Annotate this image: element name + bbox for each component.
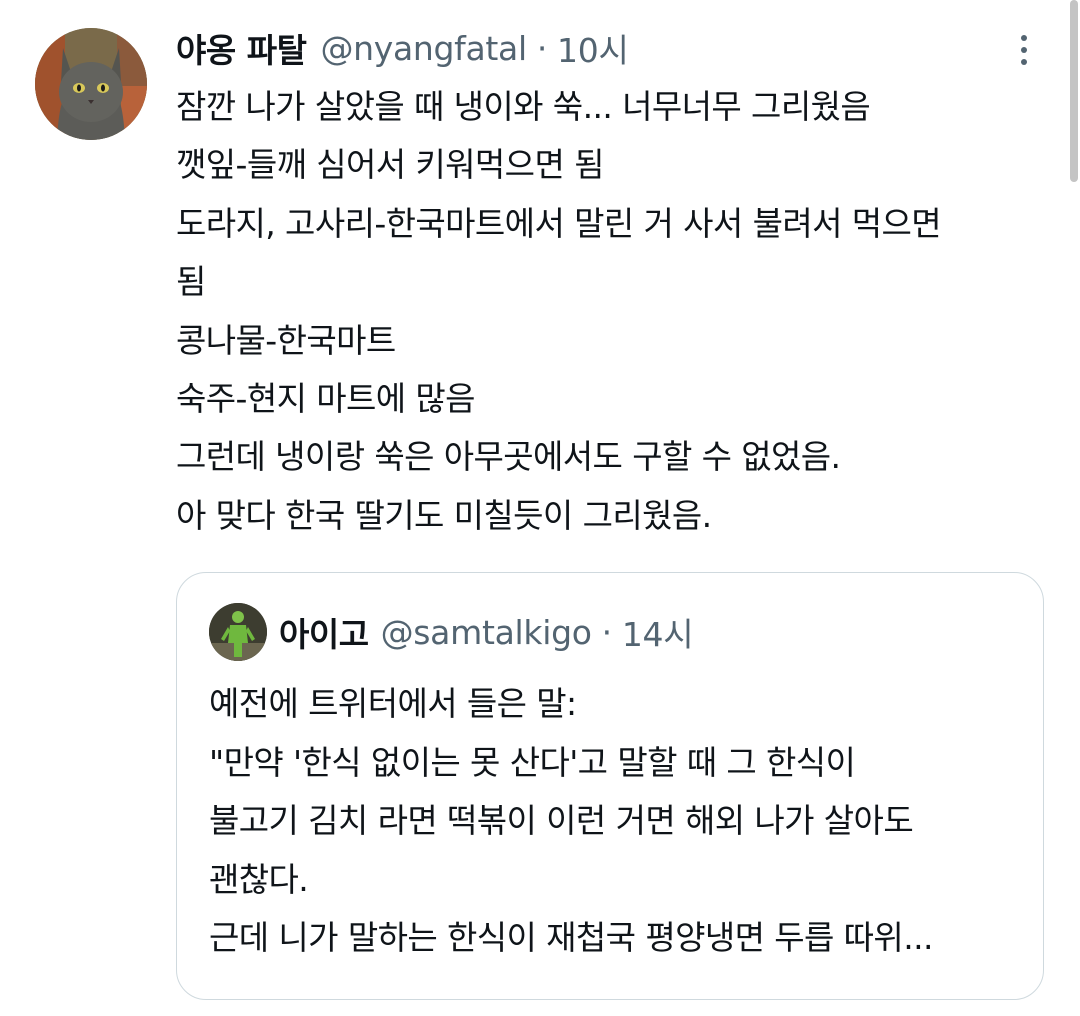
tweet-text-line: 도라지, 고사리-한국마트에서 말린 거 사서 불려서 먹으면 xyxy=(176,203,942,243)
author-name[interactable]: 야옹 파탈 xyxy=(176,24,307,72)
header-separator: · xyxy=(536,28,548,68)
quoted-header-separator: · xyxy=(601,612,613,652)
quoted-author-handle[interactable]: @samtalkigo xyxy=(381,613,592,652)
tweet-text-line: 아 맞다 한국 딸기도 미칠듯이 그리웠음. xyxy=(176,495,712,535)
tweet-text: 잠깐 나가 살았을 때 냉이와 쑥... 너무너무 그리웠음 깻잎-들깨 심어서… xyxy=(176,78,1046,545)
quoted-text-line: 근데 니가 말하는 한식이 재첩국 평양냉면 두릅 따위... xyxy=(209,918,933,957)
tweet-text-line: 잠깐 나가 살았을 때 냉이와 쑥... 너무너무 그리웠음 xyxy=(176,87,871,126)
scrollbar-thumb[interactable] xyxy=(1070,0,1078,182)
quoted-author-avatar[interactable] xyxy=(209,603,267,661)
tweet-text-line: 됨 xyxy=(176,262,206,302)
author-avatar[interactable] xyxy=(35,28,147,140)
quoted-text-line: 괜찮다. xyxy=(209,859,309,899)
quoted-author-name[interactable]: 아이고 xyxy=(279,608,369,656)
figure-avatar-image xyxy=(209,603,267,661)
tweet[interactable]: 야옹 파탈 @nyangfatal · 10시 잠깐 나가 살았을 때 냉이와 … xyxy=(0,0,1080,1016)
quoted-tweet-time[interactable]: 14시 xyxy=(622,608,694,656)
tweet-text-line: 숙주-현지 마트에 많음 xyxy=(176,378,476,418)
tweet-time[interactable]: 10시 xyxy=(557,24,629,72)
quoted-text-line: 예전에 트위터에서 들은 말: xyxy=(209,684,577,723)
author-handle[interactable]: @nyangfatal xyxy=(320,29,527,68)
tweet-text-line: 그런데 냉이랑 쑥은 아무곳에서도 구할 수 없었음. xyxy=(176,437,841,477)
quoted-tweet-card[interactable]: 아이고 @samtalkigo · 14시 예전에 트위터에서 들은 말: "만… xyxy=(176,572,1044,1000)
tweet-text-line: 콩나물-한국마트 xyxy=(176,320,396,360)
quoted-tweet-header: 아이고 @samtalkigo · 14시 xyxy=(279,607,694,657)
tweet-header: 야옹 파탈 @nyangfatal · 10시 xyxy=(176,22,629,74)
quoted-text-line: 불고기 김치 라면 떡볶이 이런 거면 해외 나가 살아도 xyxy=(209,801,914,840)
quoted-text-line: "만약 '한식 없이는 못 산다'고 말할 때 그 한식이 xyxy=(209,742,856,782)
more-vertical-icon xyxy=(1021,35,1027,65)
cat-avatar-image xyxy=(35,28,147,140)
more-options-button[interactable] xyxy=(1004,30,1044,70)
quoted-tweet-text: 예전에 트위터에서 들은 말: "만약 '한식 없이는 못 산다'고 말할 때 … xyxy=(209,675,1029,968)
tweet-text-line: 깻잎-들깨 심어서 키워먹으면 됨 xyxy=(176,145,604,185)
